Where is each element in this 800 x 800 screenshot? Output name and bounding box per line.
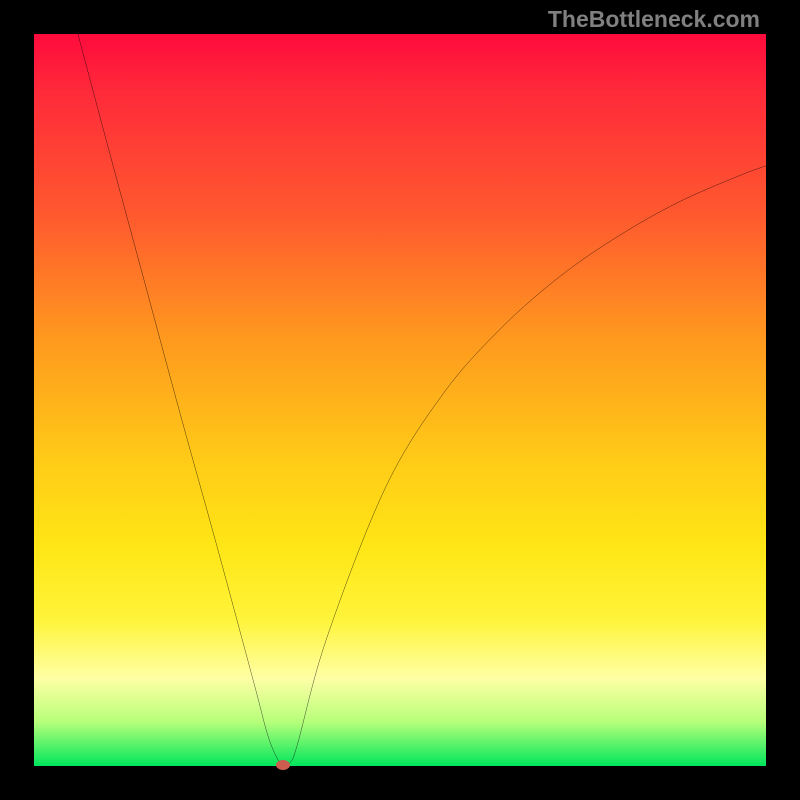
chart-frame: TheBottleneck.com bbox=[0, 0, 800, 800]
optimal-point-marker bbox=[276, 760, 290, 770]
watermark-text: TheBottleneck.com bbox=[548, 6, 760, 33]
plot-area bbox=[34, 34, 766, 766]
